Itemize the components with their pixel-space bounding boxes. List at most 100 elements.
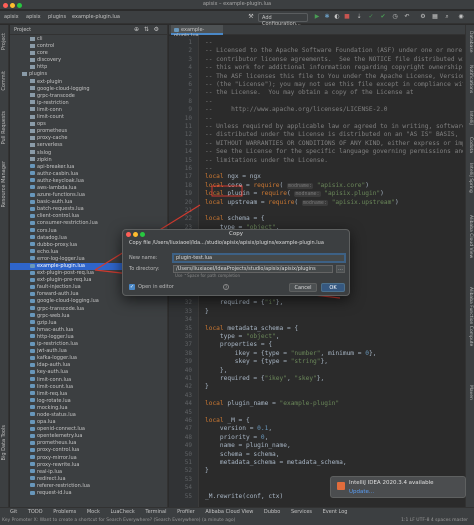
- tree-file[interactable]: hmac-auth.lua: [10, 327, 167, 334]
- tree-file[interactable]: opa.lua: [10, 419, 167, 426]
- hammer-icon[interactable]: ⚒: [248, 14, 254, 20]
- tree-file[interactable]: node-status.lua: [10, 412, 167, 419]
- tool-event-log[interactable]: Event Log: [323, 509, 348, 515]
- vcs-push-icon[interactable]: ✔: [380, 14, 386, 20]
- tree-file[interactable]: grpc-transcode.lua: [10, 306, 167, 313]
- tool-intellij-spring[interactable]: IntelliJ Spring: [468, 163, 473, 193]
- tree-folder[interactable]: limit-count: [10, 114, 167, 121]
- tool-luacheck[interactable]: LuaCheck: [110, 509, 134, 515]
- tree-folder[interactable]: prometheus: [10, 128, 167, 135]
- tool-codota[interactable]: Codota: [468, 137, 473, 153]
- tool-profiler[interactable]: Profiler: [177, 509, 195, 515]
- vcs-update-icon[interactable]: ⇣: [356, 14, 362, 20]
- tree-file[interactable]: authz-keycloak.lua: [10, 178, 167, 185]
- tool-problems[interactable]: Problems: [53, 509, 76, 515]
- tree-file[interactable]: proxy-control.lua: [10, 447, 167, 454]
- tree-folder[interactable]: grpc-transcode: [10, 93, 167, 100]
- tree-file[interactable]: gzip.lua: [10, 320, 167, 327]
- breadcrumb-file[interactable]: example-plugin.lua: [72, 14, 120, 20]
- tab-example-plugin[interactable]: example-plugin.lua: [171, 25, 223, 39]
- tree-file[interactable]: referer-restriction.lua: [10, 483, 167, 490]
- tree-folder[interactable]: google-cloud-logging: [10, 86, 167, 93]
- tree-folder[interactable]: serverless: [10, 142, 167, 149]
- tree-file[interactable]: basic-auth.lua: [10, 199, 167, 206]
- browse-folder-icon[interactable]: …: [336, 265, 345, 273]
- tree-file[interactable]: opentelemetry.lua: [10, 433, 167, 440]
- breadcrumb-project[interactable]: apisix: [4, 14, 19, 20]
- tree-folder[interactable]: proxy-cache: [10, 135, 167, 142]
- tool-todo[interactable]: TODO: [28, 509, 43, 515]
- tool-project[interactable]: Project: [1, 33, 7, 50]
- tool-notifications[interactable]: Notifications: [468, 65, 473, 93]
- tool-alibaba-function-compute[interactable]: Alibaba Function Compute: [468, 287, 473, 346]
- tool-intellij[interactable]: IntelliJ: [468, 111, 473, 125]
- open-in-editor-checkbox[interactable]: ✓: [129, 284, 135, 290]
- tree-file[interactable]: real-ip.lua: [10, 469, 167, 476]
- tree-file[interactable]: ldap-auth.lua: [10, 362, 167, 369]
- tree-file[interactable]: aws-lambda.lua: [10, 185, 167, 192]
- breadcrumb-plugins[interactable]: plugins: [48, 14, 66, 20]
- tree-folder[interactable]: ext-plugin: [10, 79, 167, 86]
- debug-icon[interactable]: ✱: [324, 14, 330, 20]
- tree-file[interactable]: limit-count.lua: [10, 384, 167, 391]
- tree-file[interactable]: batch-requests.lua: [10, 206, 167, 213]
- tree-file[interactable]: authz-casbin.lua: [10, 171, 167, 178]
- rollback-icon[interactable]: ↶: [404, 14, 410, 20]
- ok-button[interactable]: OK: [321, 283, 345, 292]
- tool-maven[interactable]: Maven: [468, 385, 473, 400]
- tree-file[interactable]: redirect.lua: [10, 476, 167, 483]
- tree-file[interactable]: request-id.lua: [10, 490, 167, 497]
- tree-folder[interactable]: http: [10, 64, 167, 71]
- tool-terminal[interactable]: Terminal: [145, 509, 166, 515]
- tree-file[interactable]: limit-req.lua: [10, 391, 167, 398]
- tree-file[interactable]: client-control.lua: [10, 213, 167, 220]
- tool-dubbo[interactable]: Dubbo: [264, 509, 280, 515]
- history-icon[interactable]: ◷: [392, 14, 398, 20]
- tool-commit[interactable]: Commit: [1, 71, 7, 91]
- tree-folder[interactable]: limit-conn: [10, 107, 167, 114]
- tree-file[interactable]: mocking.lua: [10, 405, 167, 412]
- new-name-input[interactable]: plugin-test.lua: [173, 254, 345, 262]
- tool-database[interactable]: Database: [468, 31, 473, 52]
- tree-file[interactable]: ip-restriction.lua: [10, 341, 167, 348]
- tool-big-data[interactable]: Big Data Tools: [1, 425, 7, 460]
- tree-folder[interactable]: cli: [10, 36, 167, 43]
- coverage-icon[interactable]: ◐: [334, 14, 340, 20]
- help-icon[interactable]: ?: [223, 284, 229, 290]
- tree-file[interactable]: proxy-mirror.lua: [10, 455, 167, 462]
- collapse-icon[interactable]: ⇅: [144, 26, 149, 33]
- run-configuration-select[interactable]: Add Configuration...: [258, 13, 308, 27]
- vcs-commit-icon[interactable]: ✓: [368, 14, 374, 20]
- tree-folder[interactable]: zipkin: [10, 157, 167, 164]
- tree-folder[interactable]: plugins: [10, 71, 167, 78]
- search-icon[interactable]: ⌕: [444, 14, 450, 20]
- tree-file[interactable]: jwt-auth.lua: [10, 348, 167, 355]
- breadcrumb-module[interactable]: apisix: [26, 14, 41, 20]
- tree-file[interactable]: prometheus.lua: [10, 440, 167, 447]
- tree-folder[interactable]: ops: [10, 121, 167, 128]
- tool-pull-requests[interactable]: Pull Requests: [1, 111, 7, 144]
- tree-folder[interactable]: ip-restriction: [10, 100, 167, 107]
- run-icon[interactable]: ▶: [314, 14, 320, 20]
- cancel-button[interactable]: Cancel: [289, 283, 317, 292]
- tool-mock[interactable]: Mock: [87, 509, 100, 515]
- tree-file[interactable]: limit-conn.lua: [10, 377, 167, 384]
- locate-icon[interactable]: ⊕: [134, 26, 139, 33]
- to-directory-input[interactable]: /Users/liuxiaoel/IdeaProjects/studio/api…: [173, 265, 333, 273]
- gear-icon[interactable]: ⚙: [154, 26, 159, 33]
- ide-features-icon[interactable]: ◉: [458, 14, 464, 20]
- tool-resource-manager[interactable]: Resource Manager: [1, 161, 7, 207]
- settings-icon[interactable]: ⚙: [420, 14, 426, 20]
- tree-file[interactable]: kafka-logger.lua: [10, 355, 167, 362]
- tool-alibaba-cloud[interactable]: Alibaba Cloud View: [205, 509, 253, 515]
- tree-file[interactable]: openid-connect.lua: [10, 426, 167, 433]
- status-indicators[interactable]: 1:1 LF UTF-8 4 spaces master: [401, 518, 468, 523]
- tree-file[interactable]: google-cloud-logging.lua: [10, 298, 167, 305]
- tree-folder[interactable]: control: [10, 43, 167, 50]
- tool-git[interactable]: Git: [10, 509, 17, 515]
- tree-file[interactable]: key-auth.lua: [10, 369, 167, 376]
- tree-folder[interactable]: core: [10, 50, 167, 57]
- tree-file[interactable]: grpc-web.lua: [10, 313, 167, 320]
- stop-icon[interactable]: ■: [344, 14, 350, 20]
- project-panel-title[interactable]: Project: [14, 27, 31, 33]
